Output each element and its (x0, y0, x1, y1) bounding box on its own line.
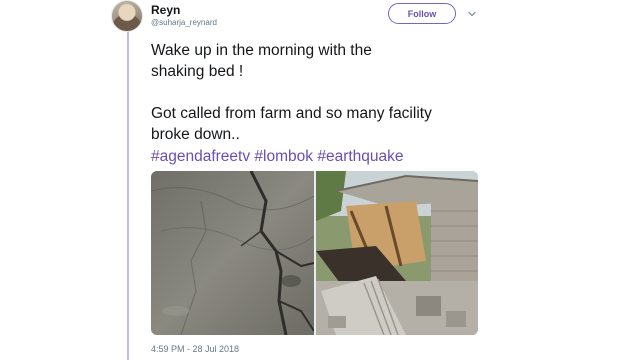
tweet-line: Wake up in the morning with the (151, 42, 372, 59)
hashtag-link[interactable]: #lombok (254, 148, 313, 165)
hashtag-row: #agendafreetv #lombok #earthquake (151, 146, 404, 167)
hashtag-link[interactable]: #earthquake (317, 148, 403, 165)
thread-line (127, 0, 129, 360)
follow-button[interactable]: Follow (388, 3, 456, 24)
photo-cracked-ground[interactable] (151, 171, 314, 335)
media-grid (151, 171, 478, 335)
tweet-timestamp[interactable]: 4:59 PM - 28 Jul 2018 (151, 344, 239, 354)
author-handle[interactable]: @suharja_reynard (151, 18, 217, 27)
tweet-line: shaking bed ! (151, 63, 244, 80)
tweet-line: broke down.. (151, 126, 240, 143)
avatar[interactable] (111, 0, 143, 32)
chevron-down-icon[interactable] (467, 9, 477, 19)
photo-collapsed-building[interactable] (316, 171, 478, 335)
author-display-name[interactable]: Reyn (151, 3, 180, 17)
hashtag-link[interactable]: #agendafreetv (151, 148, 250, 165)
tweet-line: Got called from farm and so many facilit… (151, 105, 432, 122)
tweet-text: Wake up in the morning with the shaking … (151, 40, 471, 145)
